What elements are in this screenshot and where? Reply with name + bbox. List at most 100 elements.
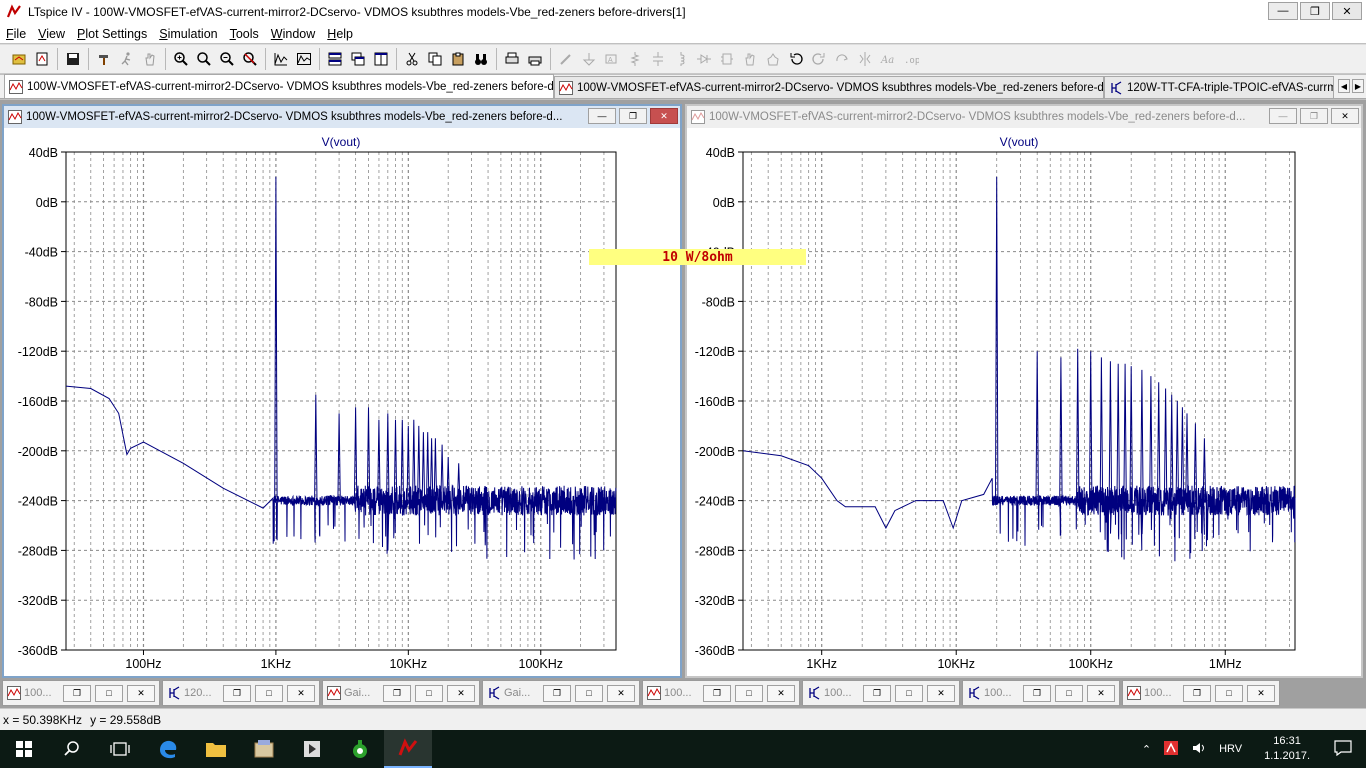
capacitor-button[interactable] — [647, 48, 669, 70]
plot-restore-button[interactable]: ❐ — [619, 108, 647, 124]
minimized-close-button[interactable]: ✕ — [1247, 684, 1275, 702]
minimized-window-5[interactable]: 100... ❐ □ ✕ — [642, 680, 800, 706]
plot-close-button[interactable]: ✕ — [1331, 108, 1359, 124]
minimized-window-6[interactable]: 100... ❐ □ ✕ — [802, 680, 960, 706]
label-net-button[interactable]: A — [601, 48, 623, 70]
show-hidden-icons-button[interactable]: ⌃ — [1142, 743, 1151, 756]
minimized-window-3[interactable]: Gai... ❐ □ ✕ — [322, 680, 480, 706]
zoom-area-button[interactable] — [193, 48, 215, 70]
new-schematic-button[interactable] — [31, 48, 53, 70]
move-button[interactable] — [739, 48, 761, 70]
input-language[interactable]: HRV — [1219, 743, 1242, 755]
tile-horizontal-button[interactable] — [324, 48, 346, 70]
minimized-maximize-button[interactable]: □ — [95, 684, 123, 702]
tab-scroll-right-button[interactable]: ▶ — [1352, 79, 1364, 93]
cut-button[interactable] — [401, 48, 423, 70]
minimized-close-button[interactable]: ✕ — [767, 684, 795, 702]
minimized-maximize-button[interactable]: □ — [575, 684, 603, 702]
minimized-restore-button[interactable]: ❐ — [223, 684, 251, 702]
menu-plot-settings[interactable]: Plot Settings — [71, 27, 153, 41]
spice-directive-button[interactable]: .op — [900, 48, 922, 70]
close-button[interactable]: ✕ — [1332, 2, 1362, 20]
green-app-button[interactable] — [336, 730, 384, 768]
autorange-button[interactable] — [270, 48, 292, 70]
mirror-button[interactable] — [854, 48, 876, 70]
trace-name[interactable]: V(vout) — [1000, 135, 1039, 149]
diode-button[interactable] — [693, 48, 715, 70]
tile-vertical-button[interactable] — [370, 48, 392, 70]
minimized-window-1[interactable]: 100... ❐ □ ✕ — [2, 680, 160, 706]
pan-button[interactable] — [139, 48, 161, 70]
open-file-button[interactable] — [8, 48, 30, 70]
zoom-cancel-button[interactable] — [239, 48, 261, 70]
minimized-maximize-button[interactable]: □ — [1055, 684, 1083, 702]
minimized-close-button[interactable]: ✕ — [447, 684, 475, 702]
plot-window-title-bar[interactable]: 100W-VMOSFET-efVAS-current-mirror2-DCser… — [4, 106, 680, 128]
minimized-window-4[interactable]: Gai... ❐ □ ✕ — [482, 680, 640, 706]
edge-browser-button[interactable] — [144, 730, 192, 768]
rotate-button[interactable] — [831, 48, 853, 70]
minimized-close-button[interactable]: ✕ — [287, 684, 315, 702]
undo-button[interactable] — [785, 48, 807, 70]
trace-name[interactable]: V(vout) — [322, 135, 361, 149]
plot-restore-button[interactable]: ❐ — [1300, 108, 1328, 124]
minimized-window-2[interactable]: 120... ❐ □ ✕ — [162, 680, 320, 706]
resistor-button[interactable] — [624, 48, 646, 70]
folder-app-button[interactable] — [240, 730, 288, 768]
minimized-restore-button[interactable]: ❐ — [1023, 684, 1051, 702]
volume-button[interactable] — [1191, 740, 1207, 759]
menu-help[interactable]: Help — [321, 27, 359, 41]
restore-button[interactable]: ❐ — [1300, 2, 1330, 20]
copy-button[interactable] — [424, 48, 446, 70]
task-view-button[interactable] — [96, 730, 144, 768]
search-button[interactable] — [48, 730, 96, 768]
plot-close-button[interactable]: ✕ — [650, 108, 678, 124]
paste-button[interactable] — [447, 48, 469, 70]
run-button[interactable] — [116, 48, 138, 70]
minimized-restore-button[interactable]: ❐ — [383, 684, 411, 702]
control-panel-button[interactable] — [93, 48, 115, 70]
cascade-button[interactable] — [347, 48, 369, 70]
minimized-close-button[interactable]: ✕ — [607, 684, 635, 702]
media-app-button[interactable] — [288, 730, 336, 768]
spectrum-plot[interactable]: V(vout)40dB0dB-40dB-80dB-120dB-160dB-200… — [687, 128, 1361, 678]
minimized-maximize-button[interactable]: □ — [1215, 684, 1243, 702]
clock[interactable]: 16:31 1.1.2017. — [1264, 734, 1310, 764]
menu-file[interactable]: File — [0, 27, 32, 41]
find-button[interactable] — [470, 48, 492, 70]
zoom-in-button[interactable] — [170, 48, 192, 70]
plot-window-2[interactable]: 100W-VMOSFET-efVAS-current-mirror2-DCser… — [685, 104, 1363, 678]
minimized-close-button[interactable]: ✕ — [127, 684, 155, 702]
minimized-restore-button[interactable]: ❐ — [1183, 684, 1211, 702]
file-explorer-button[interactable] — [192, 730, 240, 768]
minimized-maximize-button[interactable]: □ — [735, 684, 763, 702]
doc-tab-2[interactable]: 100W-VMOSFET-efVAS-current-mirror2-DCser… — [554, 76, 1104, 98]
minimize-button[interactable]: — — [1268, 2, 1298, 20]
ground-button[interactable] — [578, 48, 600, 70]
trace-line[interactable] — [65, 176, 617, 560]
minimized-restore-button[interactable]: ❐ — [703, 684, 731, 702]
doc-tab-1[interactable]: 100W-VMOSFET-efVAS-current-mirror2-DCser… — [4, 74, 554, 98]
redo-button[interactable] — [808, 48, 830, 70]
ltspice-taskbar-button[interactable] — [384, 730, 432, 768]
start-button[interactable] — [0, 730, 48, 768]
minimized-window-8[interactable]: 100... ❐ □ ✕ — [1122, 680, 1280, 706]
plot-minimize-button[interactable]: — — [588, 108, 616, 124]
action-center-button[interactable] — [1334, 739, 1352, 759]
doc-tab-3[interactable]: 120W-TT-CFA-triple-TPOIC-efVAS-currmi — [1104, 76, 1334, 98]
zoom-out-button[interactable] — [216, 48, 238, 70]
plot-annotation[interactable]: 10 W/8ohm — [589, 249, 806, 265]
tab-scroll-left-button[interactable]: ◀ — [1338, 79, 1350, 93]
inductor-button[interactable] — [670, 48, 692, 70]
minimized-maximize-button[interactable]: □ — [415, 684, 443, 702]
plot-window-1[interactable]: 100W-VMOSFET-efVAS-current-mirror2-DCser… — [2, 104, 682, 678]
menu-window[interactable]: Window — [265, 27, 321, 41]
minimized-restore-button[interactable]: ❐ — [863, 684, 891, 702]
text-button[interactable]: Aa — [877, 48, 899, 70]
component-button[interactable] — [716, 48, 738, 70]
plot-minimize-button[interactable]: — — [1269, 108, 1297, 124]
minimized-maximize-button[interactable]: □ — [255, 684, 283, 702]
plot-window-title-bar[interactable]: 100W-VMOSFET-efVAS-current-mirror2-DCser… — [687, 106, 1361, 128]
minimized-close-button[interactable]: ✕ — [927, 684, 955, 702]
minimized-restore-button[interactable]: ❐ — [543, 684, 571, 702]
